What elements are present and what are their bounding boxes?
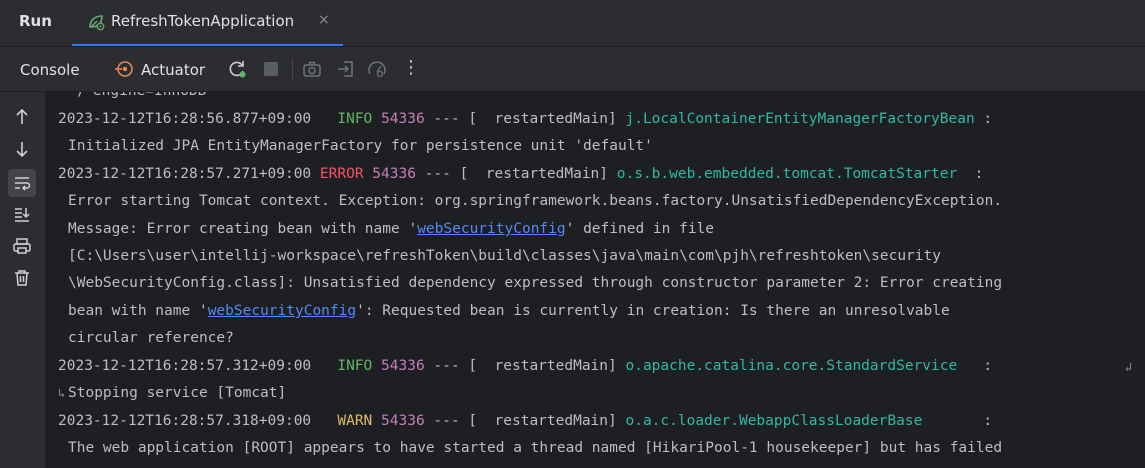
log-line: 2023-12-12T16:28:57.312+09:00 INFO 54336…: [58, 353, 992, 380]
log-thread: --- [ restartedMain]: [424, 111, 626, 127]
log-pid: 54336: [381, 413, 425, 429]
log-thread: --- [ restartedMain]: [424, 413, 626, 429]
print-icon[interactable]: [12, 236, 32, 256]
toolbar-separator: [292, 59, 293, 81]
log-message: The web application [ROOT] appears to ha…: [68, 440, 1003, 456]
log-message: Initialized JPA EntityManagerFactory for…: [68, 138, 653, 154]
spring-boot-run-icon: [89, 15, 105, 31]
log-timestamp: 2023-12-12T16:28:57.312+09:00: [58, 358, 312, 374]
log-text: Message: Error creating bean with name ': [68, 221, 418, 237]
arrow-down-icon[interactable]: [12, 139, 32, 159]
log-colon: :: [974, 111, 993, 127]
log-text: bean with name ': [68, 303, 208, 319]
log-colon: :: [922, 413, 993, 429]
more-vertical-icon[interactable]: ⋮: [401, 57, 421, 78]
log-colon: :: [957, 358, 993, 374]
log-message: \WebSecurityConfig.class]: Unsatisfied d…: [68, 275, 1003, 291]
log-thread: --- [ restartedMain]: [415, 166, 617, 182]
log-line-partial: ) engine=InnoDB: [58, 92, 206, 105]
console-output[interactable]: ) engine=InnoDB 2023-12-12T16:28:56.877+…: [45, 92, 1145, 468]
log-message: Stopping service [Tomcat]: [68, 385, 287, 401]
log-message: Error starting Tomcat context. Exception…: [68, 193, 1003, 209]
log-line: 2023-12-12T16:28:57.318+09:00 WARN 54336…: [58, 408, 992, 435]
log-logger: o.a.c.loader.WebappClassLoaderBase: [625, 413, 923, 429]
soft-wrap-icon[interactable]: [12, 173, 32, 193]
actuator-icon: [115, 61, 133, 77]
log-timestamp: 2023-12-12T16:28:57.318+09:00: [58, 413, 312, 429]
log-message: [C:\Users\user\intellij-workspace\refres…: [68, 248, 941, 264]
tab-actuator[interactable]: Actuator: [141, 61, 205, 79]
log-timestamp: 2023-12-12T16:28:56.877+09:00: [58, 111, 312, 127]
log-message: Message: Error creating bean with name '…: [68, 216, 714, 243]
log-line: 2023-12-12T16:28:57.271+09:00 ERROR 5433…: [58, 161, 983, 188]
tab-console[interactable]: Console: [20, 61, 80, 79]
stop-icon[interactable]: [261, 59, 281, 79]
log-pid: 54336: [372, 166, 416, 182]
log-thread: --- [ restartedMain]: [424, 358, 626, 374]
log-logger: j.LocalContainerEntityManagerFactoryBean: [625, 111, 975, 127]
log-level-warn: WARN: [328, 413, 373, 429]
log-pid: 54336: [381, 111, 425, 127]
close-icon[interactable]: ×: [318, 12, 330, 28]
log-level-error: ERROR: [319, 166, 364, 182]
log-message: circular reference?: [68, 330, 234, 346]
run-tool-window-header: Run RefreshTokenApplication ×: [0, 0, 1145, 47]
bean-link[interactable]: webSecurityConfig: [417, 221, 565, 237]
scroll-to-end-icon[interactable]: [12, 204, 32, 224]
rerun-icon[interactable]: [227, 59, 247, 79]
tab-refresh-token-application[interactable]: RefreshTokenApplication ×: [72, 0, 343, 46]
log-text: ' defined in file: [565, 221, 715, 237]
log-logger: o.apache.catalina.core.StandardService: [625, 358, 958, 374]
trash-icon[interactable]: [12, 268, 32, 288]
gauge-icon[interactable]: [367, 59, 387, 79]
log-timestamp: 2023-12-12T16:28:57.271+09:00: [58, 166, 312, 182]
log-level-info: INFO: [328, 358, 373, 374]
log-pid: 54336: [381, 358, 425, 374]
exit-icon[interactable]: [336, 59, 356, 79]
console-side-toolbar: [0, 92, 44, 468]
bean-link[interactable]: webSecurityConfig: [208, 303, 356, 319]
soft-wrap-continuation-icon: ↳: [58, 386, 66, 400]
log-line: 2023-12-12T16:28:56.877+09:00 INFO 54336…: [58, 106, 992, 133]
soft-wrap-marker-icon: ↲: [1125, 360, 1133, 374]
tab-label: RefreshTokenApplication: [111, 12, 295, 30]
log-message: bean with name 'webSecurityConfig': Requ…: [68, 298, 950, 325]
arrow-up-icon[interactable]: [12, 107, 32, 127]
log-colon: :: [957, 166, 984, 182]
panel-title: Run: [19, 12, 52, 30]
log-level-info: INFO: [328, 111, 373, 127]
camera-icon[interactable]: [302, 59, 322, 79]
log-text: ': Requested bean is currently in creati…: [356, 303, 950, 319]
console-toolbar: Console Actuator ⋮: [0, 47, 1145, 92]
log-logger: o.s.b.web.embedded.tomcat.TomcatStarter: [616, 166, 958, 182]
